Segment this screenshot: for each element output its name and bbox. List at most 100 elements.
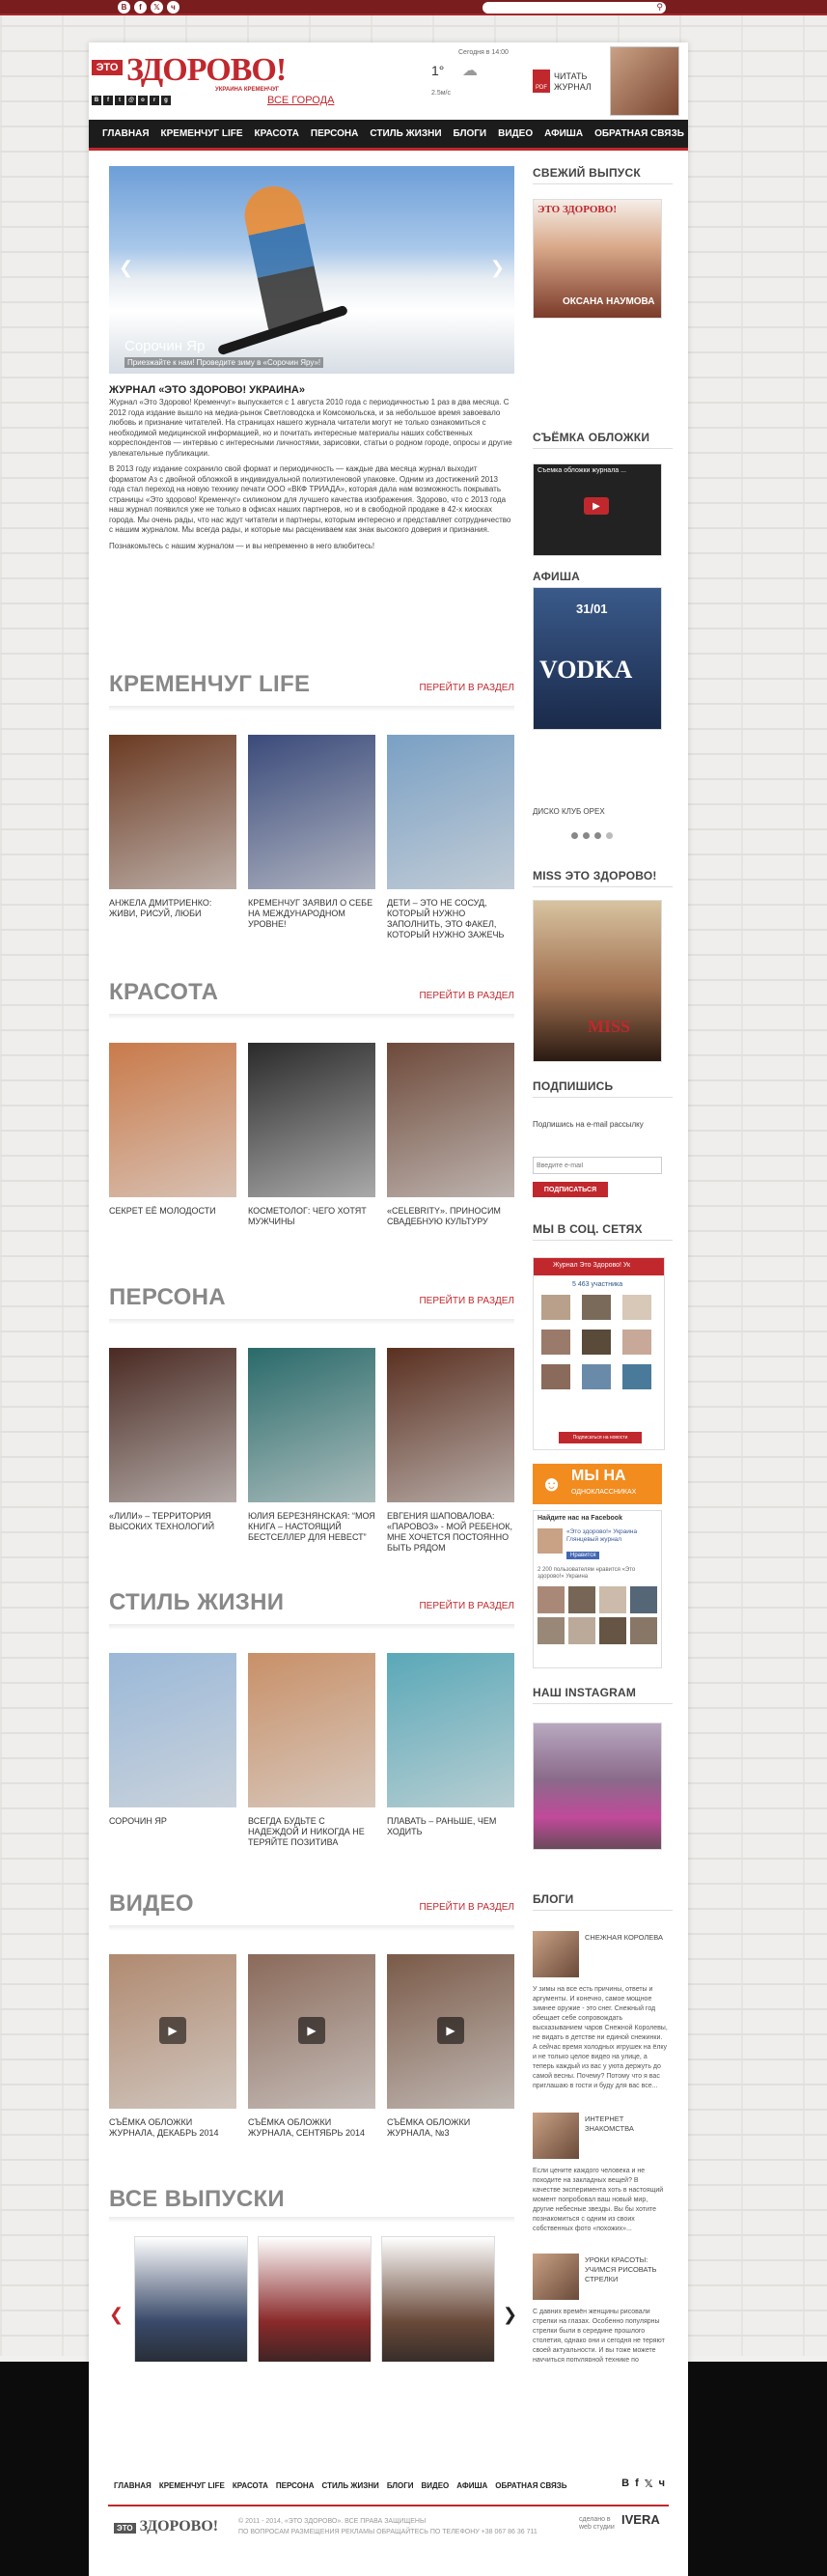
article-tile[interactable]: СОРОЧИН ЯР [109, 1653, 236, 1827]
footer-nav-item[interactable]: ВИДЕО [421, 2481, 449, 2490]
article-tile[interactable]: «ЛИЛИ» – ТЕРРИТОРИЯ ВЫСОКИХ ТЕХНОЛОГИЙ [109, 1348, 236, 1532]
go-to-section-link[interactable]: ПЕРЕЙТИ В РАЗДЕЛ [419, 1296, 514, 1306]
avatar[interactable] [622, 1364, 651, 1389]
twitter-icon[interactable]: t [115, 96, 124, 105]
footer-nav-item[interactable]: КРАСОТА [233, 2481, 268, 2490]
slider-next-icon[interactable]: ❯ [490, 258, 505, 278]
article-tile[interactable]: ЮЛИЯ БЕРЕЗНЯНСКАЯ: “МОЯ КНИГА – НАСТОЯЩИ… [248, 1348, 375, 1543]
article-tile[interactable]: ДЕТИ – ЭТО НЕ СОСУД, КОТОРЫЙ НУЖНО ЗАПОЛ… [387, 735, 514, 940]
email-input[interactable] [533, 1157, 662, 1174]
vk-subscribe-button[interactable]: Подписаться на новости [559, 1432, 642, 1443]
facebook-icon[interactable]: f [103, 96, 113, 105]
issue-cover[interactable] [134, 2236, 248, 2379]
article-caption[interactable]: СОРОЧИН ЯР [109, 1816, 236, 1827]
top-search-input[interactable]: ⚲ [482, 2, 666, 14]
footer-nav-item[interactable]: ОБРАТНАЯ СВЯЗЬ [495, 2481, 566, 2490]
avatar[interactable] [582, 1364, 611, 1389]
article-tile[interactable]: ВСЕГДА БУДЬТЕ С НАДЕЖДОЙ И НИКОГДА НЕ ТЕ… [248, 1653, 375, 1848]
nav-item-afisha[interactable]: АФИША [538, 128, 589, 139]
vk-icon[interactable]: B [92, 96, 101, 105]
nav-item-contact[interactable]: ОБРАТНАЯ СВЯЗЬ [589, 128, 690, 139]
article-caption[interactable]: ДЕТИ – ЭТО НЕ СОСУД, КОТОРЫЙ НУЖНО ЗАПОЛ… [387, 898, 514, 940]
avatar[interactable] [541, 1330, 570, 1355]
nav-item-home[interactable]: ГЛАВНАЯ [96, 128, 155, 139]
avatar[interactable] [622, 1330, 651, 1355]
article-tile[interactable]: АНЖЕЛА ДМИТРИЕНКО: ЖИВИ, РИСУЙ, ЛЮБИ [109, 735, 236, 919]
article-thumbnail[interactable] [109, 1653, 236, 1807]
blog-title[interactable]: УРОКИ КРАСОТЫ: УЧИМСЯ РИСОВАТЬ СТРЕЛКИ [585, 2255, 672, 2284]
play-icon[interactable]: ▶ [584, 497, 609, 515]
article-thumbnail[interactable] [387, 1348, 514, 1502]
avatar[interactable] [599, 1617, 626, 1644]
footer-nav-item[interactable]: ГЛАВНАЯ [114, 2481, 152, 2490]
hero-slider[interactable]: ❮ ❯ Сорочин Яр Приезжайте к нам! Проведи… [109, 166, 514, 374]
article-thumbnail[interactable]: ▶ [109, 1954, 236, 2109]
blog-thumbnail[interactable] [533, 2113, 579, 2159]
play-icon[interactable]: ▶ [159, 2017, 186, 2044]
pagination-dot[interactable] [583, 832, 590, 839]
article-thumbnail[interactable] [248, 735, 375, 889]
blog-title[interactable]: СНЕЖНАЯ КОРОЛЕВА [585, 1933, 672, 1943]
avatar[interactable] [630, 1617, 657, 1644]
facebook-icon[interactable]: f [134, 1, 147, 14]
article-thumbnail[interactable] [387, 1043, 514, 1197]
go-to-section-link[interactable]: ПЕРЕЙТИ В РАЗДЕЛ [419, 1601, 514, 1611]
nav-item-persona[interactable]: ПЕРСОНА [305, 128, 364, 139]
avatar[interactable] [622, 1295, 651, 1320]
vk-icon[interactable]: B [621, 2478, 629, 2490]
article-tile[interactable]: КОСМЕТОЛОГ: ЧЕГО ХОТЯТ МУЖЧИНЫ [248, 1043, 375, 1227]
article-tile[interactable]: ▶ СЪЁМКА ОБЛОЖКИ ЖУРНАЛА, ДЕКАБРЬ 2014 [109, 1954, 236, 2139]
article-caption[interactable]: СЕКРЕТ ЕЁ МОЛОДОСТИ [109, 1206, 236, 1217]
slider-prev-icon[interactable]: ❮ [119, 258, 133, 278]
article-caption[interactable]: СЪЁМКА ОБЛОЖКИ ЖУРНАЛА, ДЕКАБРЬ 2014 [109, 2117, 236, 2139]
go-to-section-link[interactable]: ПЕРЕЙТИ В РАЗДЕЛ [419, 991, 514, 1001]
footer-nav-item[interactable]: БЛОГИ [387, 2481, 414, 2490]
avatar[interactable] [538, 1617, 565, 1644]
header-cover-thumbnail[interactable] [610, 46, 679, 116]
article-caption[interactable]: «CELEBRITY». ПРИНОСИМ СВАДЕБНУЮ КУЛЬТУРУ [387, 1206, 514, 1227]
avatar[interactable] [630, 1586, 657, 1613]
article-tile[interactable]: «CELEBRITY». ПРИНОСИМ СВАДЕБНУЮ КУЛЬТУРУ [387, 1043, 514, 1227]
nav-item-lifestyle[interactable]: СТИЛЬ ЖИЗНИ [364, 128, 447, 139]
issue-cover[interactable] [381, 2236, 495, 2379]
cover-shoot-video[interactable]: Съемка обложки журнала ... ▶ [533, 463, 662, 556]
avatar[interactable] [541, 1364, 570, 1389]
instagram-photo[interactable] [533, 1722, 662, 1850]
article-thumbnail[interactable] [109, 1348, 236, 1502]
footer-logo[interactable]: ЭТО ЗДОРОВО! [114, 2518, 218, 2535]
odnoklassniki-banner[interactable]: ☻ МЫ НА ОДНОКЛАССНИКАХ [533, 1464, 662, 1504]
article-tile[interactable]: ▶ СЪЁМКА ОБЛОЖКИ ЖУРНАЛА, №3 [387, 1954, 514, 2139]
article-tile[interactable]: ЕВГЕНИЯ ШАПОВАЛОВА: «ПАРОВОЗ» - МОЙ РЕБЕ… [387, 1348, 514, 1554]
article-caption[interactable]: ПЛАВАТЬ – РАНЬШЕ, ЧЕМ ХОДИТЬ [387, 1816, 514, 1837]
rss-icon[interactable]: r [150, 96, 159, 105]
twitter-icon[interactable]: 𝕏 [151, 1, 163, 14]
nav-item-video[interactable]: ВИДЕО [492, 128, 538, 139]
vk-icon[interactable]: B [118, 1, 130, 14]
article-caption[interactable]: КРЕМЕНЧУГ ЗАЯВИЛ О СЕБЕ НА МЕЖДУНАРОДНОМ… [248, 898, 375, 930]
article-thumbnail[interactable] [248, 1653, 375, 1807]
odnoklassniki-icon[interactable]: ч [659, 2478, 665, 2490]
article-thumbnail[interactable] [387, 1653, 514, 1807]
footer-nav-item[interactable]: КРЕМЕНЧУГ LIFE [159, 2481, 225, 2490]
miss-photo[interactable]: MISS [533, 900, 662, 1062]
odnoklassniki-icon[interactable]: o [138, 96, 148, 105]
nav-item-blogs[interactable]: БЛОГИ [448, 128, 493, 139]
avatar[interactable] [541, 1295, 570, 1320]
twitter-icon[interactable]: 𝕏 [645, 2478, 653, 2490]
article-thumbnail[interactable]: ▶ [248, 1954, 375, 2109]
article-caption[interactable]: АНЖЕЛА ДМИТРИЕНКО: ЖИВИ, РИСУЙ, ЛЮБИ [109, 898, 236, 919]
article-caption[interactable]: КОСМЕТОЛОГ: ЧЕГО ХОТЯТ МУЖЧИНЫ [248, 1206, 375, 1227]
developer-credit[interactable]: сделано в web студии IVERA [579, 2513, 660, 2532]
nav-item-kremenchug-life[interactable]: КРЕМЕНЧУГ LIFE [155, 128, 249, 139]
blog-thumbnail[interactable] [533, 1931, 579, 1977]
avatar[interactable] [568, 1586, 595, 1613]
article-thumbnail[interactable] [248, 1348, 375, 1502]
issues-prev-icon[interactable]: ❮ [109, 2305, 124, 2325]
avatar[interactable] [582, 1330, 611, 1355]
vk-widget[interactable]: Журнал Это Здорово! Ук 5 463 участника П… [533, 1257, 665, 1450]
facebook-widget[interactable]: Найдите нас на Facebook «Это здорово!» У… [533, 1510, 662, 1668]
mail-icon[interactable]: @ [126, 96, 136, 105]
article-caption[interactable]: ВСЕГДА БУДЬТЕ С НАДЕЖДОЙ И НИКОГДА НЕ ТЕ… [248, 1816, 375, 1848]
article-caption[interactable]: «ЛИЛИ» – ТЕРРИТОРИЯ ВЫСОКИХ ТЕХНОЛОГИЙ [109, 1511, 236, 1532]
avatar[interactable] [582, 1295, 611, 1320]
